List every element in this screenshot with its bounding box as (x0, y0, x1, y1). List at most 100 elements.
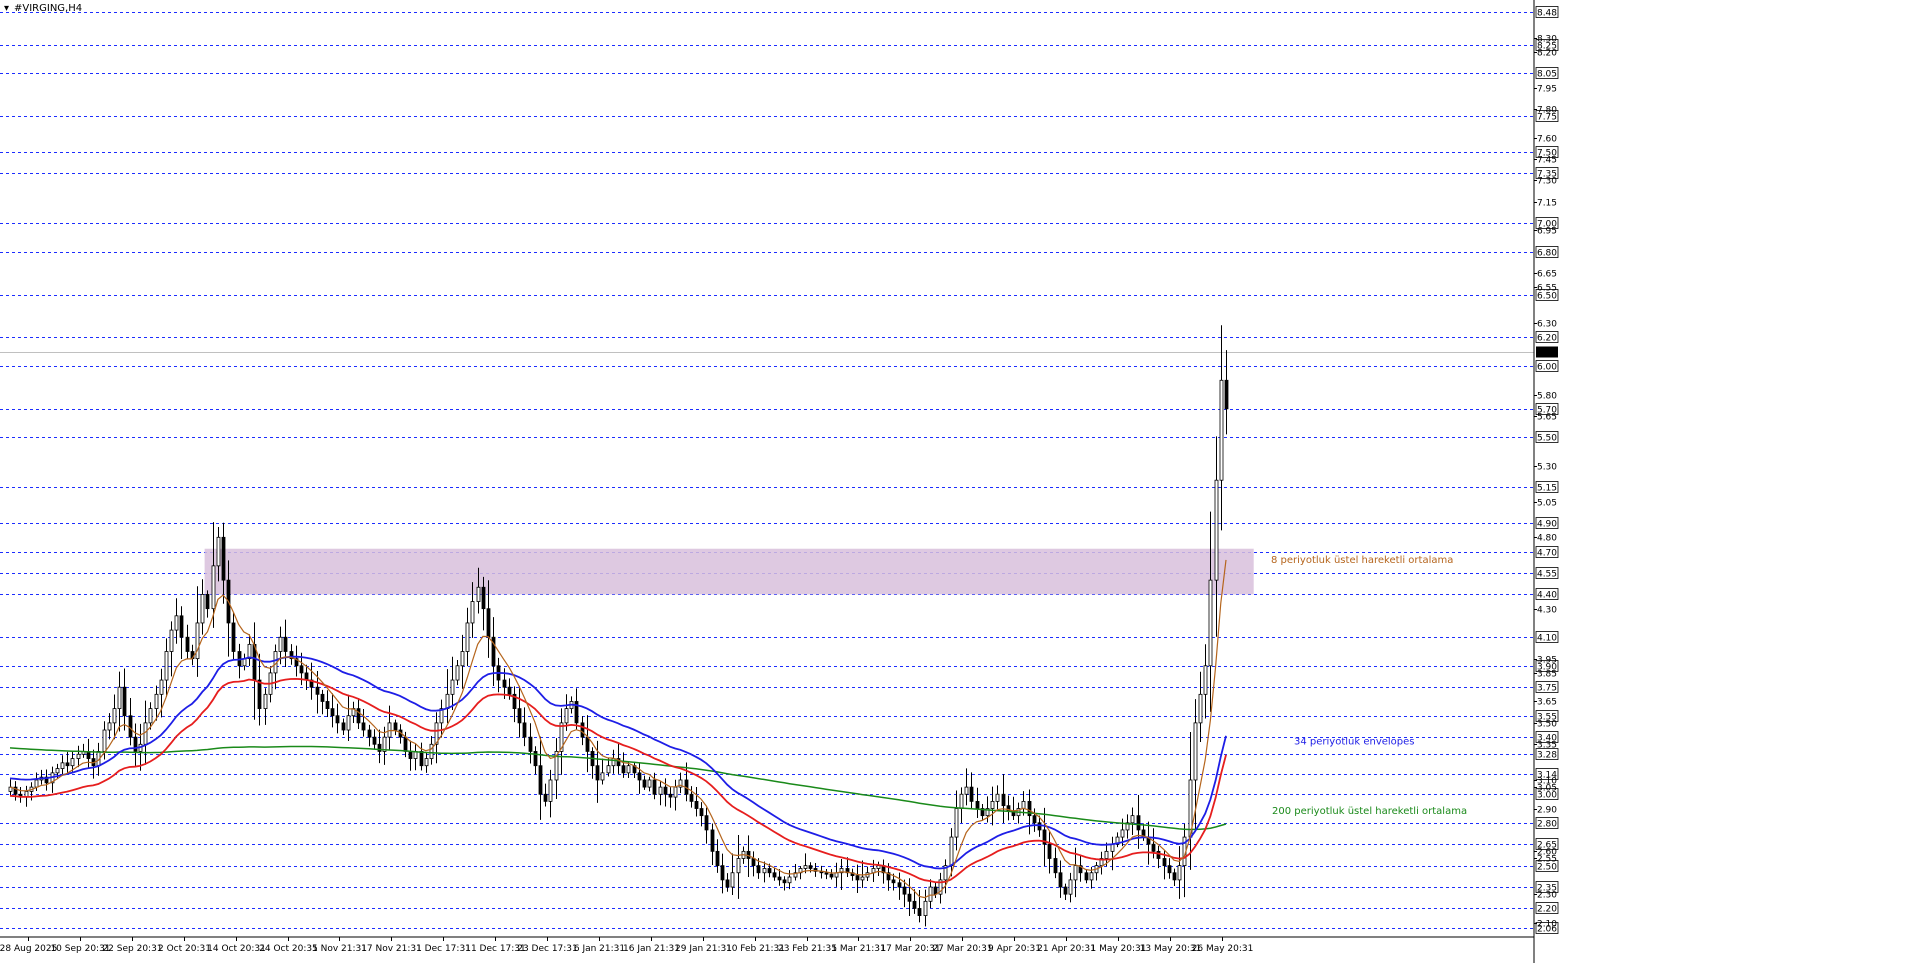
candle-body (1156, 850, 1161, 859)
candle-body (476, 586, 481, 602)
candle-body (990, 800, 995, 809)
candle-body (174, 615, 179, 631)
candle-body (1089, 872, 1094, 881)
candle-body (517, 708, 522, 724)
title-arrow-icon: ▾ (4, 3, 9, 14)
price-tick-label: 8.20 (1537, 49, 1557, 59)
price-level-label: 5.15 (1537, 484, 1557, 494)
time-tick-label: 9 Apr 20:31 (988, 944, 1041, 954)
candle-body (543, 793, 548, 802)
price-tick-label: 5.65 (1537, 413, 1557, 423)
time-tick-label: 1 Dec 17:31 (416, 944, 471, 954)
time-tick-label: 6 Jan 21:31 (574, 944, 625, 954)
price-level-label: 6.80 (1537, 249, 1557, 259)
current-price-label: 6.10 (1537, 349, 1557, 359)
candle-body (231, 622, 236, 652)
candle-body (1193, 722, 1198, 781)
candle-body (481, 586, 486, 610)
candle-body (1224, 379, 1229, 410)
candle-body (730, 872, 735, 888)
candle-body (658, 786, 663, 795)
price-level-label: 3.28 (1537, 751, 1557, 761)
price-tick-label: 3.35 (1537, 741, 1557, 751)
candle-body (133, 736, 138, 752)
candle-body (1006, 805, 1011, 812)
time-tick-label: 1 May 20:31 (1091, 944, 1147, 954)
price-level-label: 3.75 (1537, 684, 1557, 694)
candle-body (808, 865, 813, 869)
price-tick-label: 6.65 (1537, 270, 1557, 280)
candle-body (247, 643, 252, 660)
candle-body (148, 708, 153, 724)
time-tick-label: 10 Feb 21:31 (726, 944, 785, 954)
candle-body (1219, 379, 1224, 481)
candle-body (465, 622, 470, 652)
candle-body (1167, 865, 1172, 874)
candle-body (455, 665, 460, 681)
candle-body (377, 743, 382, 752)
candle-body (720, 865, 725, 881)
candle-body (954, 808, 959, 838)
candle-body (917, 908, 922, 916)
price-level-label: 4.90 (1537, 520, 1557, 530)
candle-body (933, 886, 938, 895)
candle-body (710, 829, 715, 852)
price-level-label: 4.40 (1537, 591, 1557, 601)
candle-body (1177, 865, 1182, 881)
candle-body (704, 815, 709, 831)
candle-body (829, 873, 834, 878)
chart-window[interactable]: 8.48 8.25 8.05 7.75 7.50 7.35 7.00 6.80 6.50 6.20… (0, 0, 1916, 963)
candle-body (1104, 850, 1109, 859)
ema8-annotation: 8 periyotluk üstel hareketli ortalama (1271, 555, 1453, 566)
candle-body (1058, 872, 1063, 888)
price-tick-label: 4.80 (1537, 534, 1557, 544)
price-tick-label: 6.30 (1537, 320, 1557, 330)
candle-body (1136, 815, 1141, 831)
price-tick-label: 2.55 (1537, 855, 1557, 865)
candle-body (159, 679, 164, 695)
candle-body (1032, 815, 1037, 824)
time-tick-label: 29 Jan 21:31 (675, 944, 732, 954)
candle-body (564, 708, 569, 724)
candle-body (803, 865, 808, 869)
candle-body (216, 536, 221, 567)
price-chart[interactable]: 8.488.258.057.757.507.357.006.806.506.20… (0, 0, 1916, 963)
candle-body (787, 876, 792, 884)
price-tick-label: 3.65 (1537, 698, 1557, 708)
candle-body (1130, 815, 1135, 824)
candle-body (325, 701, 330, 710)
candle-body (356, 708, 361, 724)
candle-body (408, 751, 413, 759)
candle-body (346, 715, 351, 731)
candle-body (164, 651, 169, 681)
candle-body (912, 900, 917, 909)
price-tick-label: 2.10 (1537, 920, 1557, 930)
candle-body (1208, 579, 1213, 667)
price-tick-label: 7.45 (1537, 156, 1557, 166)
candle-body (673, 786, 678, 798)
candle-body (772, 872, 777, 878)
ema200-annotation: 200 periyotluk üstel hareketli ortalama (1272, 806, 1467, 817)
candle-body (1120, 829, 1125, 838)
candle-body (1047, 843, 1052, 859)
time-tick-label: 28 Aug 2025 (0, 944, 57, 954)
candle-body (1203, 665, 1208, 695)
candle-body (964, 786, 969, 795)
candle-body (367, 729, 372, 738)
candle-body (263, 693, 268, 710)
candle-body (538, 765, 543, 795)
price-level-label: 8.48 (1537, 9, 1557, 19)
candle-body (1063, 886, 1068, 895)
candle-body (335, 715, 340, 724)
price-tick-label: 2.30 (1537, 891, 1557, 901)
time-tick-label: 26 May 20:31 (1192, 944, 1254, 954)
time-tick-label: 5 Mar 21:31 (831, 944, 885, 954)
candle-body (606, 765, 611, 774)
time-tick-label: 23 Feb 21:31 (778, 944, 837, 954)
price-level-label: 4.55 (1537, 570, 1557, 580)
candle-body (928, 886, 933, 902)
candle-body (1021, 800, 1026, 809)
candle-body (315, 686, 320, 695)
price-level-label: 2.20 (1537, 905, 1557, 915)
price-tick-label: 5.30 (1537, 463, 1557, 473)
